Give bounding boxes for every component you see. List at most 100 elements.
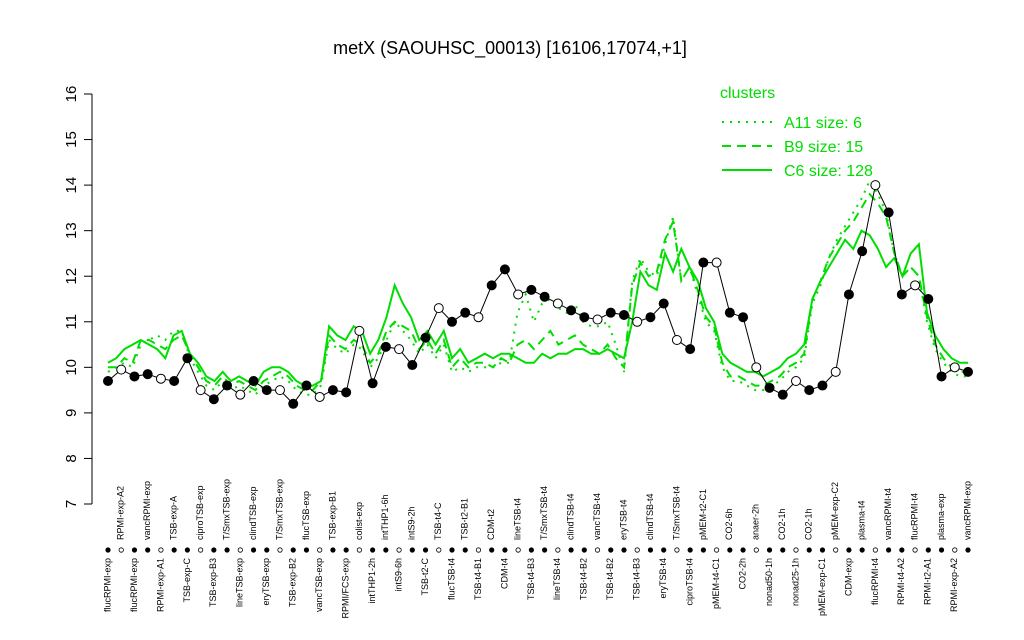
- legend-entry: A11 size: 6: [784, 115, 862, 132]
- sample-marker: [621, 547, 627, 553]
- data-point: [685, 344, 696, 355]
- data-point: [936, 371, 947, 382]
- sample-marker: [833, 547, 839, 553]
- category-label: CO2-2h: [737, 558, 747, 590]
- category-label: clindTSB-t4: [565, 493, 575, 540]
- category-label: TSB-t2-B1: [460, 498, 470, 540]
- data-point: [447, 316, 457, 327]
- category-label: CDM-t4: [499, 558, 509, 589]
- data-point: [804, 385, 815, 396]
- category-label: flucRPMI-exp: [102, 558, 112, 612]
- sample-marker: [422, 547, 429, 553]
- category-label: intS9-6h: [393, 558, 403, 592]
- data-point: [566, 305, 577, 316]
- category-label: T/SmxTSB-t4: [539, 486, 549, 540]
- sample-marker: [806, 547, 812, 553]
- category-label: plasma-t4: [857, 500, 867, 540]
- sample-marker: [330, 547, 336, 553]
- data-point: [817, 380, 828, 391]
- category-label: T/SmxTSB-exp: [274, 479, 284, 540]
- data-point: [433, 303, 444, 314]
- category-label: CDM-t2: [486, 509, 496, 540]
- data-point: [248, 376, 259, 386]
- category-label: lineTSB-exp: [235, 558, 245, 607]
- category-label: CDM-exp: [843, 558, 853, 596]
- sample-marker: [687, 547, 693, 553]
- category-label: clindTSB-t4: [645, 493, 655, 540]
- category-label: flucTSB-t4: [446, 558, 456, 600]
- y-tick-label: 11: [63, 314, 80, 330]
- data-point: [605, 307, 616, 318]
- category-label: TSB-exp-C: [182, 558, 192, 603]
- sample-marker: [634, 547, 640, 553]
- sample-marker: [661, 547, 667, 553]
- sample-marker: [581, 547, 587, 553]
- data-point: [711, 257, 722, 268]
- sample-marker: [145, 547, 151, 553]
- data-point: [407, 360, 418, 371]
- sample-marker: [131, 547, 138, 553]
- sample-marker: [872, 547, 878, 553]
- sample-marker: [343, 547, 349, 553]
- data-point: [420, 332, 431, 343]
- data-point: [870, 180, 881, 191]
- y-tick-label: 13: [63, 222, 80, 239]
- data-point: [341, 387, 352, 398]
- data-point: [367, 378, 378, 389]
- sample-marker: [714, 547, 720, 553]
- y-tick-label: 15: [63, 131, 80, 148]
- data-point: [208, 394, 219, 405]
- category-label: TSB-t4-C: [433, 502, 443, 540]
- data-point: [288, 398, 299, 409]
- sample-marker: [317, 547, 323, 553]
- series-solid-line: [107, 229, 968, 387]
- legend: clusters A11 size: 6 B9 size: 15 C6 size: …: [720, 85, 873, 180]
- data-point: [552, 298, 563, 309]
- category-label: T/SmxTSB-t4: [671, 486, 681, 540]
- sample-marker: [674, 547, 680, 553]
- legend-entry: B9 size: 15: [784, 139, 863, 156]
- data-point: [460, 307, 471, 318]
- sample-marker: [859, 547, 865, 553]
- category-label: flucTSB-exp: [301, 491, 311, 540]
- legend-entry: C6 size: 128: [784, 163, 873, 180]
- sample-marker: [105, 547, 111, 553]
- data-point: [698, 257, 709, 268]
- data-point: [579, 312, 590, 323]
- category-label: pMEM-exp-C2: [830, 482, 840, 540]
- y-tick-label: 12: [63, 268, 80, 285]
- sample-marker: [899, 547, 905, 553]
- sample-marker: [198, 547, 204, 553]
- category-label: TSB-t4-B1: [473, 558, 483, 600]
- sample-marker: [886, 547, 892, 553]
- sample-marker: [184, 547, 190, 553]
- category-label: intTHP1-6h: [380, 494, 390, 540]
- category-label: RPMI-exp-A1: [155, 558, 165, 612]
- data-point: [539, 291, 550, 302]
- category-label: RPMI-t2-A1: [923, 558, 933, 605]
- sample-marker: [912, 547, 918, 553]
- sample-marker: [250, 547, 257, 553]
- sample-marker: [158, 547, 164, 553]
- sample-marker: [568, 547, 574, 553]
- data-point: [857, 246, 868, 257]
- sample-marker: [766, 547, 773, 553]
- category-label: vancRPMI-exp: [962, 481, 972, 540]
- data-point: [182, 353, 193, 364]
- category-label: TSB-exp-B1: [327, 491, 337, 540]
- category-label: CO2-6h: [724, 508, 734, 540]
- data-point: [764, 382, 775, 393]
- y-axis: 7 8 9 10 11 12 13 14 15 16: [63, 86, 93, 508]
- category-label: flucRPMI-t4: [909, 493, 919, 540]
- category-label: plasma-exp: [936, 493, 946, 540]
- category-label: eryTSB-exp: [261, 558, 271, 606]
- category-label: anaer-2h: [751, 504, 761, 540]
- category-label: lineTSB-t4: [513, 498, 523, 540]
- data-point: [103, 376, 113, 386]
- category-label: vancRPMI-exp: [142, 481, 152, 540]
- data-point: [116, 364, 127, 375]
- category-label: T/SmxTSB-exp: [221, 479, 231, 540]
- sample-marker: [449, 547, 455, 553]
- data-point: [592, 314, 603, 325]
- sample-marker: [753, 547, 759, 553]
